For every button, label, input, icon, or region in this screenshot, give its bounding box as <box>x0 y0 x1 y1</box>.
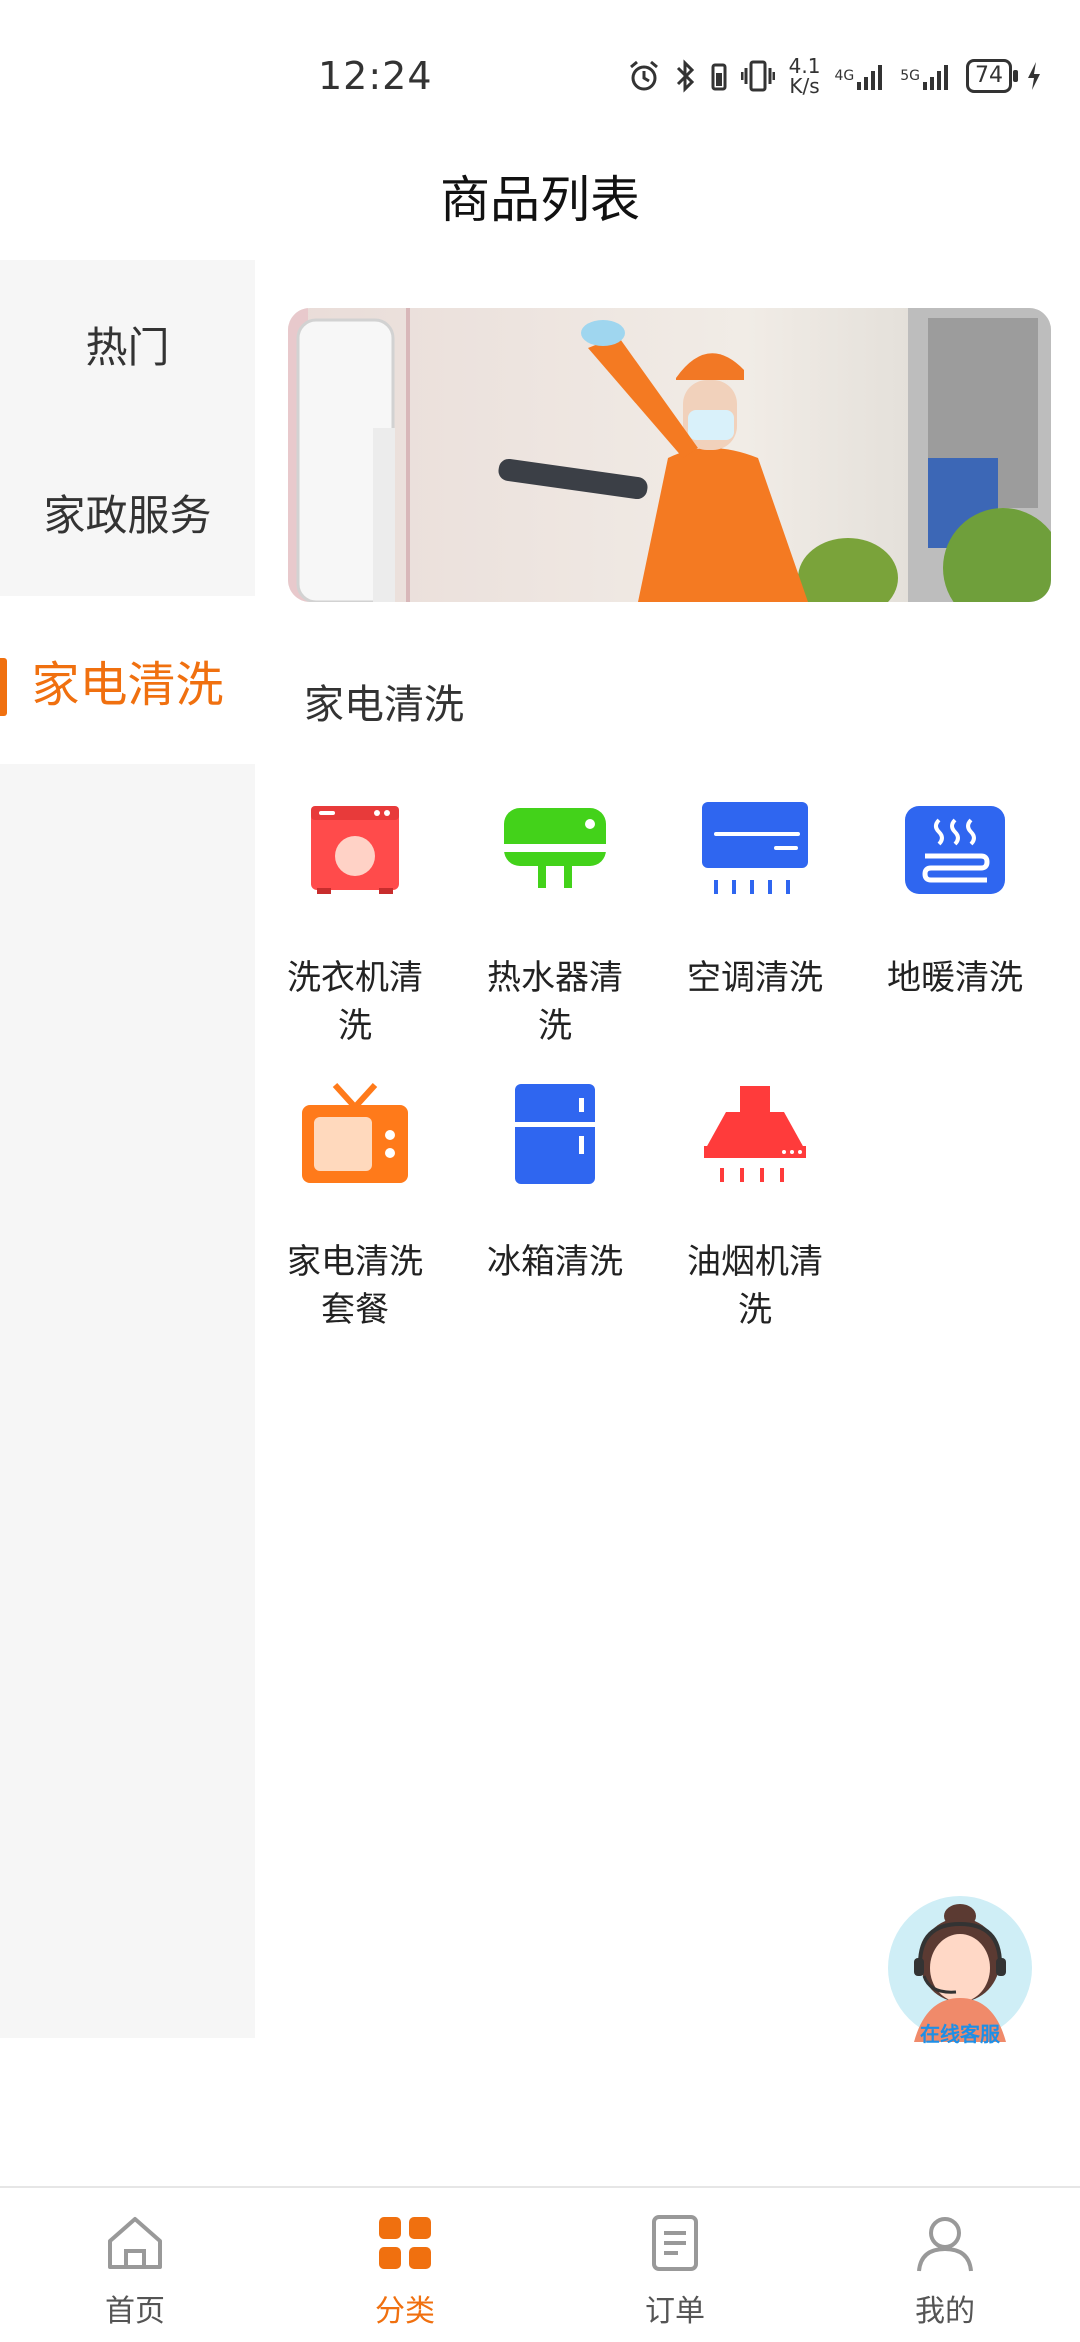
page-title: 商品列表 <box>440 171 640 229</box>
service-item-air-conditioner[interactable]: 空调清洗 <box>655 790 855 1050</box>
refrigerator-icon <box>495 1074 615 1194</box>
status-icons: 4.1 K/s 4G 5G 74 <box>627 56 1042 96</box>
tv-icon <box>295 1074 415 1194</box>
battery-indicator: 74 <box>966 59 1018 93</box>
air-conditioner-icon <box>695 790 815 910</box>
category-grid-icon <box>372 2210 438 2276</box>
service-label: 洗衣机清洗 <box>287 958 423 1046</box>
network-speed: 4.1 K/s <box>788 54 821 98</box>
online-service-label: 在线客服 <box>920 2022 1000 2046</box>
sidebar-item-housekeeping[interactable]: 家政服务 <box>0 428 255 596</box>
nav-label: 分类 <box>375 2294 435 2329</box>
battery-small-icon <box>711 61 727 91</box>
charging-icon <box>1026 61 1042 91</box>
alarm-icon <box>627 59 661 93</box>
status-bar: 12:24 4.1 K/s 4G 5G 74 <box>0 0 1080 150</box>
nav-orders[interactable]: 订单 <box>540 2188 810 2342</box>
signal-5g-icon: 5G <box>900 62 952 90</box>
floor-heating-icon <box>895 790 1015 910</box>
service-label: 空调清洗 <box>687 958 823 998</box>
sidebar-item-appliance-cleaning[interactable]: 家电清洗 <box>0 596 255 764</box>
range-hood-icon <box>695 1074 815 1194</box>
section-title: 家电清洗 <box>304 682 464 728</box>
service-item-range-hood[interactable]: 油烟机清洗 <box>655 1074 855 1334</box>
user-profile-icon <box>912 2210 978 2276</box>
bluetooth-icon <box>675 59 697 93</box>
status-time: 12:24 <box>318 54 433 98</box>
service-label: 家电清洗套餐 <box>287 1242 423 1330</box>
nav-label: 首页 <box>105 2294 165 2329</box>
order-document-icon <box>642 2210 708 2276</box>
service-item-refrigerator[interactable]: 冰箱清洗 <box>455 1074 655 1334</box>
water-heater-icon <box>495 790 615 910</box>
nav-home[interactable]: 首页 <box>0 2188 270 2342</box>
service-label: 冰箱清洗 <box>487 1242 623 1282</box>
nav-category[interactable]: 分类 <box>270 2188 540 2342</box>
washing-machine-icon <box>295 790 415 910</box>
signal-4g-icon: 4G <box>834 62 886 90</box>
service-item-washing-machine[interactable]: 洗衣机清洗 <box>255 790 455 1050</box>
sidebar-item-hot[interactable]: 热门 <box>0 260 255 428</box>
nav-label: 订单 <box>645 2294 705 2329</box>
service-label: 热水器清洗 <box>487 958 623 1046</box>
service-grid: 洗衣机清洗 热水器清洗 空调清洗 地暖清洗 家电清洗套餐 冰箱清洗 油烟机清洗 <box>255 790 1055 1334</box>
category-sidebar: 热门 家政服务 家电清洗 <box>0 260 255 2038</box>
home-icon <box>102 2210 168 2276</box>
vibrate-icon <box>740 60 775 92</box>
service-item-water-heater[interactable]: 热水器清洗 <box>455 790 655 1050</box>
service-item-appliance-package[interactable]: 家电清洗套餐 <box>255 1074 455 1334</box>
nav-label: 我的 <box>915 2294 975 2329</box>
online-customer-service-button[interactable]: 在线客服 <box>886 1894 1034 2050</box>
service-item-floor-heating[interactable]: 地暖清洗 <box>855 790 1055 1050</box>
service-label: 油烟机清洗 <box>687 1242 823 1330</box>
service-label: 地暖清洗 <box>887 958 1023 998</box>
promo-banner-image[interactable] <box>288 308 1051 602</box>
nav-profile[interactable]: 我的 <box>810 2188 1080 2342</box>
bottom-navigation: 首页 分类 订单 我的 <box>0 2186 1080 2342</box>
